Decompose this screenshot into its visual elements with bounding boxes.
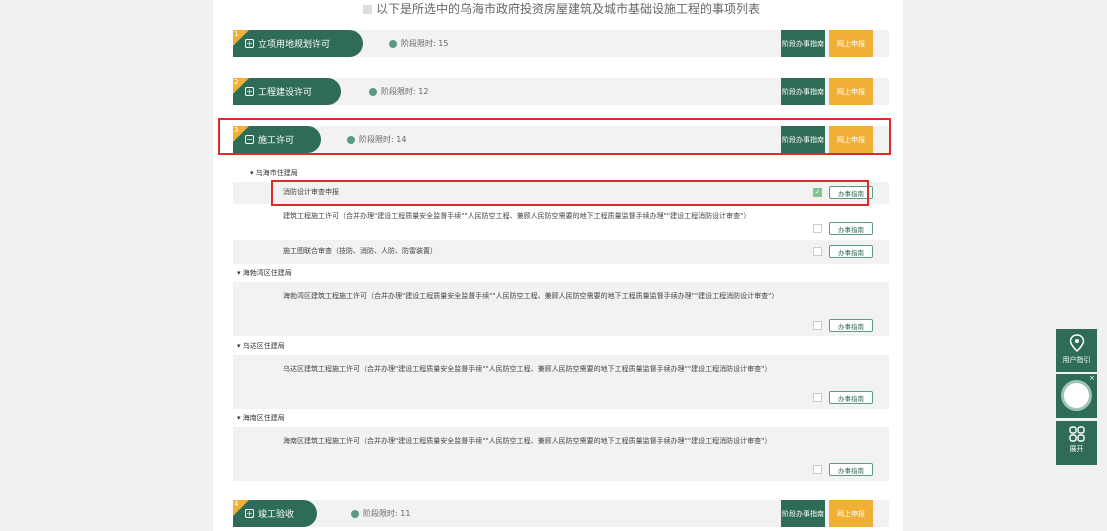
item-guide-button[interactable]: 办事指南	[829, 391, 873, 404]
item-guide-button[interactable]: 办事指南	[829, 463, 873, 476]
item-checkbox[interactable]	[813, 393, 822, 402]
list-item: 施工图联合审查（技防、消防、人防、防雷装置） 办事指南	[233, 240, 889, 264]
stage-row-2: + 工程建设许可 2 阶段限时: 12 阶段办事指南 网上申报	[233, 78, 889, 105]
stage-number: 1	[234, 30, 239, 38]
stage-guide-button[interactable]: 阶段办事指南	[781, 500, 825, 527]
item-guide-button[interactable]: 办事指南	[829, 245, 873, 258]
item-checkbox[interactable]	[813, 465, 822, 474]
stage-title: 工程建设许可	[258, 88, 313, 98]
grid-icon	[1068, 426, 1085, 442]
square-icon	[363, 5, 372, 14]
item-title: 乌达区建筑工程施工许可（合并办理"建设工程质量安全监督手续""人民防空工程、兼顾…	[283, 365, 772, 373]
qr-code-icon	[1061, 380, 1092, 411]
list-header: 以下是所选中的乌海市政府投资房屋建筑及城市基础设施工程的事项列表	[363, 2, 760, 14]
stage-title: 竣工验收	[258, 510, 295, 520]
expand-label: 展开	[1069, 445, 1084, 453]
stage-guide-button[interactable]: 阶段办事指南	[781, 78, 825, 105]
item-checkbox[interactable]	[813, 224, 822, 233]
department-header[interactable]: ▾ 海勃湾区住建局	[237, 268, 292, 278]
item-guide-button[interactable]: 办事指南	[829, 222, 873, 235]
highlight-box-item	[271, 180, 869, 206]
stage-number: 4	[234, 500, 239, 508]
location-pin-icon	[1069, 334, 1084, 353]
item-checkbox[interactable]	[813, 321, 822, 330]
stage-tab-2[interactable]: + 工程建设许可	[233, 78, 341, 105]
list-item: 乌达区建筑工程施工许可（合并办理"建设工程质量安全监督手续""人民防空工程、兼顾…	[233, 355, 889, 409]
stage-number: 2	[234, 78, 239, 86]
department-header[interactable]: ▾ 乌达区住建局	[237, 341, 285, 351]
item-title: 海南区建筑工程施工许可（合并办理"建设工程质量安全监督手续""人民防空工程、兼顾…	[283, 437, 772, 445]
department-header[interactable]: ▾ 乌海市住建局	[250, 168, 298, 178]
stage-row-4: + 竣工验收 4 阶段限时: 11 阶段办事指南 网上申报	[233, 500, 889, 527]
qr-code-widget[interactable]: ×	[1056, 374, 1097, 418]
list-item: 建筑工程施工许可（合并办理"建设工程质量安全监督手续""人民防空工程、兼顾人民防…	[233, 206, 889, 238]
online-apply-button[interactable]: 网上申报	[829, 500, 873, 527]
user-guide-label: 用户指引	[1062, 356, 1091, 364]
stage-time: 阶段限时: 15	[389, 30, 448, 57]
item-title: 施工图联合审查（技防、消防、人防、防雷装置）	[283, 247, 437, 255]
list-item: 海南区建筑工程施工许可（合并办理"建设工程质量安全监督手续""人民防空工程、兼顾…	[233, 427, 889, 481]
stage-time: 阶段限时: 12	[369, 78, 428, 105]
list-item: 海勃湾区建筑工程施工许可（合并办理"建设工程质量安全监督手续""人民防空工程、兼…	[233, 282, 889, 336]
stage-time: 阶段限时: 11	[351, 500, 410, 527]
close-icon[interactable]: ×	[1089, 374, 1095, 382]
online-apply-button[interactable]: 网上申报	[829, 78, 873, 105]
clock-icon	[369, 87, 377, 96]
clock-icon	[351, 509, 359, 518]
main-panel: 以下是所选中的乌海市政府投资房屋建筑及城市基础设施工程的事项列表 + 立项用地规…	[213, 0, 903, 531]
stage-guide-button[interactable]: 阶段办事指南	[781, 30, 825, 57]
expand-button[interactable]: 展开	[1056, 421, 1097, 465]
item-title: 建筑工程施工许可（合并办理"建设工程质量安全监督手续""人民防空工程、兼顾人民防…	[283, 212, 751, 220]
stage-row-1: + 立项用地规划许可 1 阶段限时: 15 阶段办事指南 网上申报	[233, 30, 889, 57]
item-guide-button[interactable]: 办事指南	[829, 319, 873, 332]
department-header[interactable]: ▾ 海南区住建局	[237, 413, 285, 423]
stage-tab-1[interactable]: + 立项用地规划许可	[233, 30, 363, 57]
stage-title: 立项用地规划许可	[258, 40, 331, 50]
item-title: 海勃湾区建筑工程施工许可（合并办理"建设工程质量安全监督手续""人民防空工程、兼…	[283, 292, 779, 300]
clock-icon	[389, 39, 397, 48]
online-apply-button[interactable]: 网上申报	[829, 30, 873, 57]
item-checkbox[interactable]	[813, 247, 822, 256]
user-guide-button[interactable]: 用户指引	[1056, 329, 1097, 372]
highlight-box-stage	[218, 118, 891, 155]
